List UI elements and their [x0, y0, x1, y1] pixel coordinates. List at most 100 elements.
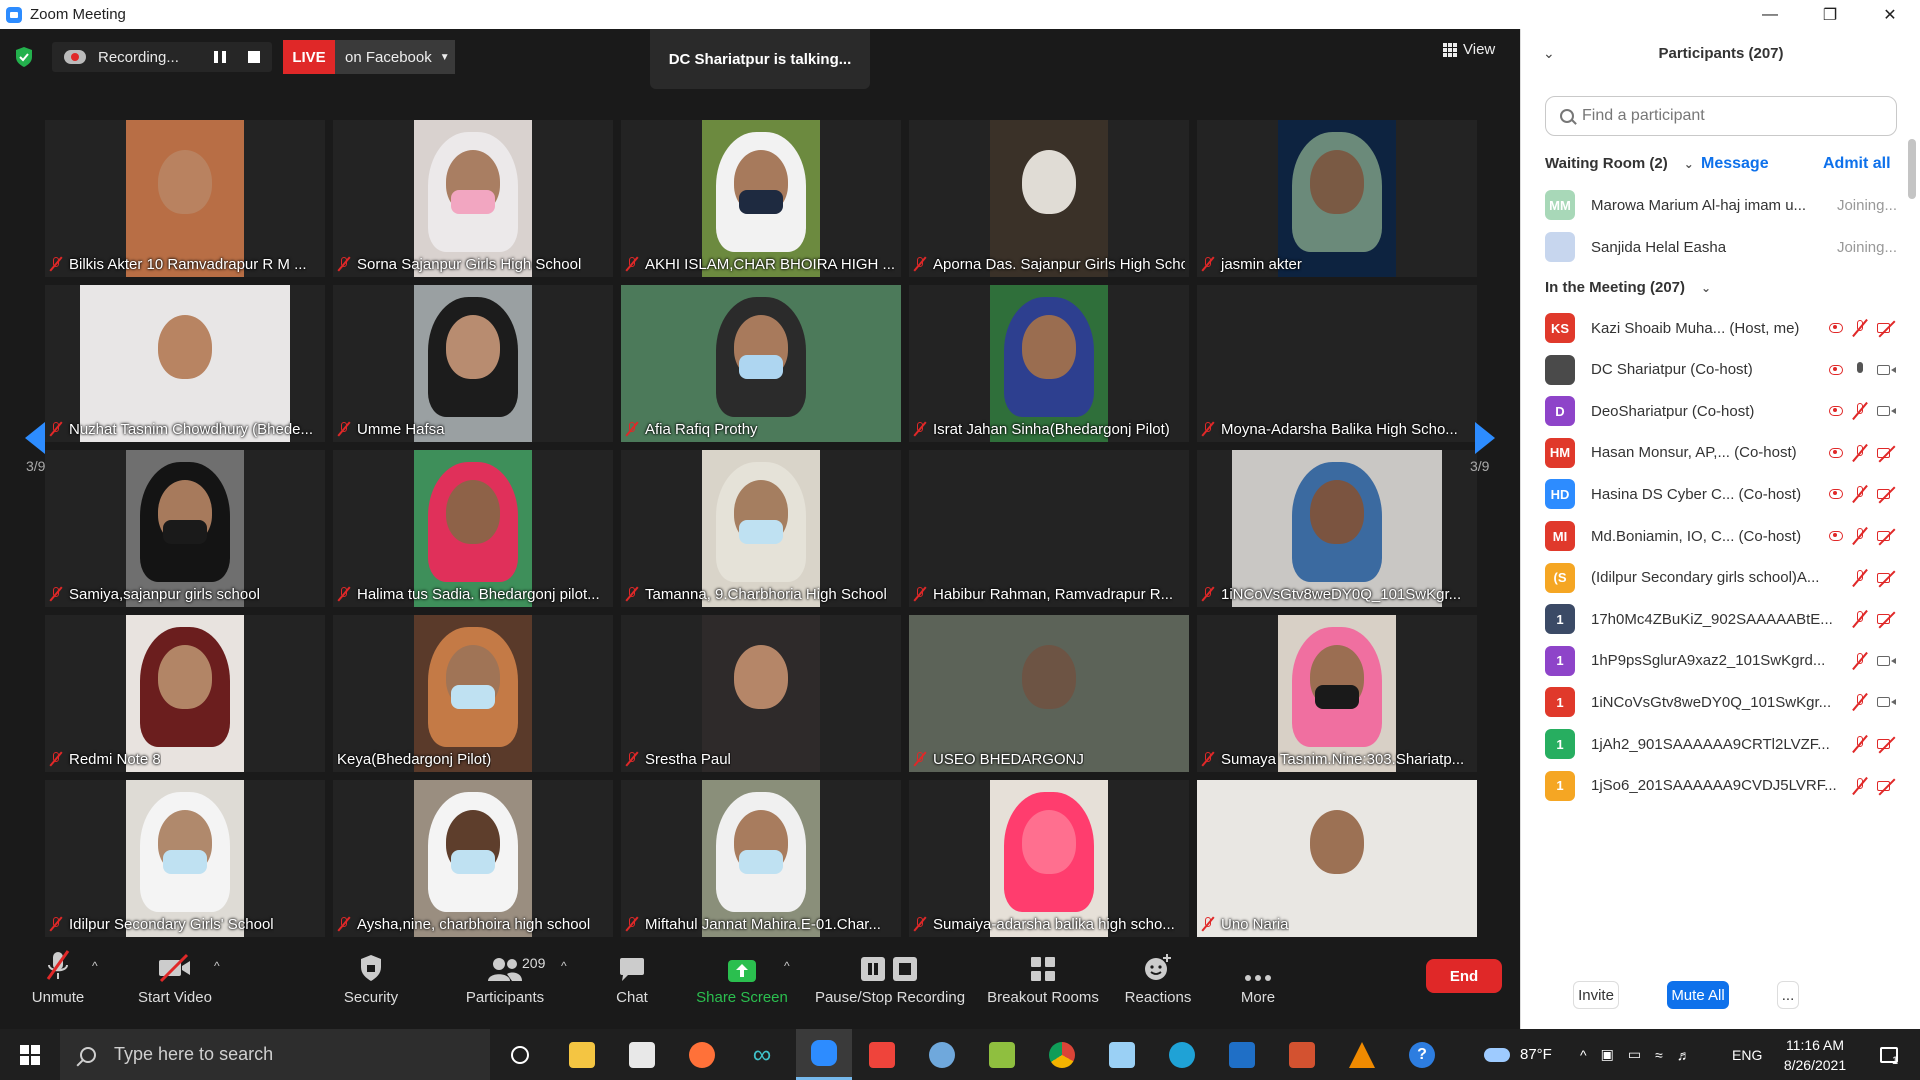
video-tile[interactable]: AKHI ISLAM,CHAR BHOIRA HIGH ...: [621, 120, 901, 277]
video-tile[interactable]: Sumaiya-adarsha balika high scho...: [909, 780, 1189, 937]
infinity-app[interactable]: ∞: [740, 1029, 784, 1080]
video-tile[interactable]: Sorna Sajanpur Girls High School: [333, 120, 613, 277]
paint-app[interactable]: [920, 1029, 964, 1080]
video-options-caret-icon[interactable]: ^: [214, 959, 220, 973]
restore-button[interactable]: ❐: [1800, 0, 1860, 29]
help-app[interactable]: ?: [1400, 1029, 1444, 1080]
mic-muted-icon[interactable]: [1853, 485, 1867, 503]
notes-app[interactable]: [1100, 1029, 1144, 1080]
participant-row[interactable]: HD Hasina DS Cyber C... (Co-host): [1545, 475, 1897, 513]
chat-button[interactable]: Chat: [612, 939, 652, 1029]
unmute-button[interactable]: Unmute: [28, 939, 88, 1029]
stop-recording-icon[interactable]: [248, 51, 260, 63]
invite-button[interactable]: Invite: [1573, 981, 1619, 1009]
end-meeting-button[interactable]: End: [1426, 959, 1502, 993]
store-app[interactable]: [620, 1029, 664, 1080]
photos-app[interactable]: [1220, 1029, 1264, 1080]
in-meeting-header[interactable]: In the Meeting (207) ⌄: [1545, 279, 1711, 296]
mute-all-button[interactable]: Mute All: [1667, 981, 1729, 1009]
security-button[interactable]: Security: [338, 939, 404, 1029]
task-view-button[interactable]: [500, 1029, 540, 1080]
mic-muted-icon[interactable]: [1853, 693, 1867, 711]
zoom-app[interactable]: [796, 1029, 852, 1080]
video-tile[interactable]: Halima tus Sadia. Bhedargonj pilot...: [333, 450, 613, 607]
breakout-rooms-button[interactable]: Breakout Rooms: [985, 939, 1101, 1029]
video-tile[interactable]: Aysha,nine, charbhoira high school: [333, 780, 613, 937]
participant-row[interactable]: MI Md.Boniamin, IO, C... (Co-host): [1545, 517, 1897, 555]
waiting-room-header[interactable]: Waiting Room (2) ⌄: [1545, 155, 1694, 172]
video-tile[interactable]: Nuzhat Tasnim Chowdhury (Bhede...: [45, 285, 325, 442]
video-tile[interactable]: Israt Jahan Sinha(Bhedargonj Pilot): [909, 285, 1189, 442]
participant-row[interactable]: KS Kazi Shoaib Muha... (Host, me): [1545, 309, 1897, 347]
pause-recording-icon[interactable]: [214, 51, 226, 63]
video-tile[interactable]: Tamanna, 9.Charbhoria High School: [621, 450, 901, 607]
start-video-button[interactable]: Start Video: [135, 939, 215, 1029]
participants-options-caret-icon[interactable]: ^: [561, 959, 567, 973]
video-tile[interactable]: Redmi Note 8: [45, 615, 325, 772]
wifi-icon[interactable]: ≈: [1655, 1047, 1663, 1063]
weather-widget[interactable]: 87°F: [1484, 1029, 1552, 1080]
photo-app[interactable]: [980, 1029, 1024, 1080]
panel-more-button[interactable]: ...: [1777, 981, 1799, 1009]
close-button[interactable]: ✕: [1860, 0, 1920, 29]
participant-row[interactable]: 1 1iNCoVsGtv8weDY0Q_101SwKgr...: [1545, 683, 1897, 721]
video-tile[interactable]: 1iNCoVsGtv8weDY0Q_101SwKgr...: [1197, 450, 1477, 607]
mic-muted-icon[interactable]: [1853, 652, 1867, 670]
firefox-app[interactable]: [680, 1029, 724, 1080]
participant-row[interactable]: 1 1jAh2_901SAAAAAA9CRTl2LVZF...: [1545, 725, 1897, 763]
view-button[interactable]: View: [1443, 41, 1495, 58]
mic-muted-icon[interactable]: [1853, 735, 1867, 753]
meet-now-icon[interactable]: ▣: [1601, 1046, 1614, 1063]
waiting-participant-row[interactable]: MM Marowa Marium Al-haj imam u... Joining.…: [1545, 186, 1897, 224]
mic-icon[interactable]: [1853, 361, 1867, 379]
video-tile[interactable]: Idilpur Secondary Girls' School: [45, 780, 325, 937]
action-center-button[interactable]: 1: [1866, 1029, 1912, 1080]
taskbar-clock[interactable]: 11:16 AM 8/26/2021: [1770, 1035, 1860, 1075]
participant-row[interactable]: DC Shariatpur (Co-host): [1545, 351, 1897, 389]
file-explorer-app[interactable]: [560, 1029, 604, 1080]
vlc-app[interactable]: [1340, 1029, 1384, 1080]
video-tile[interactable]: USEO BHEDARGONJ: [909, 615, 1189, 772]
video-tile[interactable]: Umme Hafsa: [333, 285, 613, 442]
edge-app[interactable]: [1160, 1029, 1204, 1080]
powerpoint-app[interactable]: [1280, 1029, 1324, 1080]
video-tile[interactable]: Srestha Paul: [621, 615, 901, 772]
video-tile[interactable]: Bilkis Akter 10 Ramvadrapur R M ...: [45, 120, 325, 277]
anydesk-app[interactable]: [860, 1029, 904, 1080]
participant-row[interactable]: (S (Idilpur Secondary girls school)A...: [1545, 559, 1897, 597]
share-screen-button[interactable]: Share Screen: [694, 939, 790, 1029]
live-badge[interactable]: LIVE: [283, 40, 335, 74]
participant-row[interactable]: HM Hasan Monsur, AP,... (Co-host): [1545, 434, 1897, 472]
video-tile[interactable]: Samiya,sajanpur girls school: [45, 450, 325, 607]
start-button[interactable]: [0, 1029, 60, 1080]
mic-muted-icon[interactable]: [1853, 444, 1867, 462]
language-indicator[interactable]: ENG: [1732, 1029, 1762, 1080]
video-tile[interactable]: Habibur Rahman, Ramvadrapur R...: [909, 450, 1189, 607]
reactions-button[interactable]: Reactions: [1124, 939, 1192, 1029]
participants-scrollbar[interactable]: [1908, 139, 1916, 199]
video-tile[interactable]: Miftahul Jannat Mahira.E-01.Char...: [621, 780, 901, 937]
battery-icon[interactable]: ▭: [1628, 1046, 1641, 1063]
participant-row[interactable]: 1 17h0Mc4ZBuKiZ_902SAAAAABtE...: [1545, 600, 1897, 638]
video-tile[interactable]: Afia Rafiq Prothy: [621, 285, 901, 442]
message-waiting-button[interactable]: Message: [1701, 155, 1769, 173]
video-tile[interactable]: Uno Naria: [1197, 780, 1477, 937]
encryption-shield-icon[interactable]: [14, 46, 34, 68]
video-tile[interactable]: Keya(Bhedargonj Pilot): [333, 615, 613, 772]
video-tile[interactable]: Aporna Das. Sajanpur Girls High Scho...: [909, 120, 1189, 277]
mic-muted-icon[interactable]: [1853, 569, 1867, 587]
participant-search-input[interactable]: Find a participant: [1545, 96, 1897, 136]
mic-muted-icon[interactable]: [1853, 527, 1867, 545]
live-target-dropdown[interactable]: on Facebook ▼: [335, 40, 455, 74]
more-button[interactable]: More: [1238, 939, 1278, 1029]
participant-row[interactable]: 1 1hP9psSglurA9xaz2_101SwKgrd...: [1545, 642, 1897, 680]
video-tile[interactable]: jasmin akter: [1197, 120, 1477, 277]
previous-page-button[interactable]: [20, 378, 50, 498]
mic-muted-icon[interactable]: [1853, 610, 1867, 628]
admit-all-button[interactable]: Admit all: [1823, 155, 1891, 173]
volume-icon[interactable]: ♬: [1677, 1047, 1691, 1063]
video-tile[interactable]: Moyna-Adarsha Balika High Scho...: [1197, 285, 1477, 442]
minimize-button[interactable]: —: [1740, 0, 1800, 29]
mic-muted-icon[interactable]: [1853, 319, 1867, 337]
taskbar-search-input[interactable]: Type here to search: [60, 1029, 490, 1080]
